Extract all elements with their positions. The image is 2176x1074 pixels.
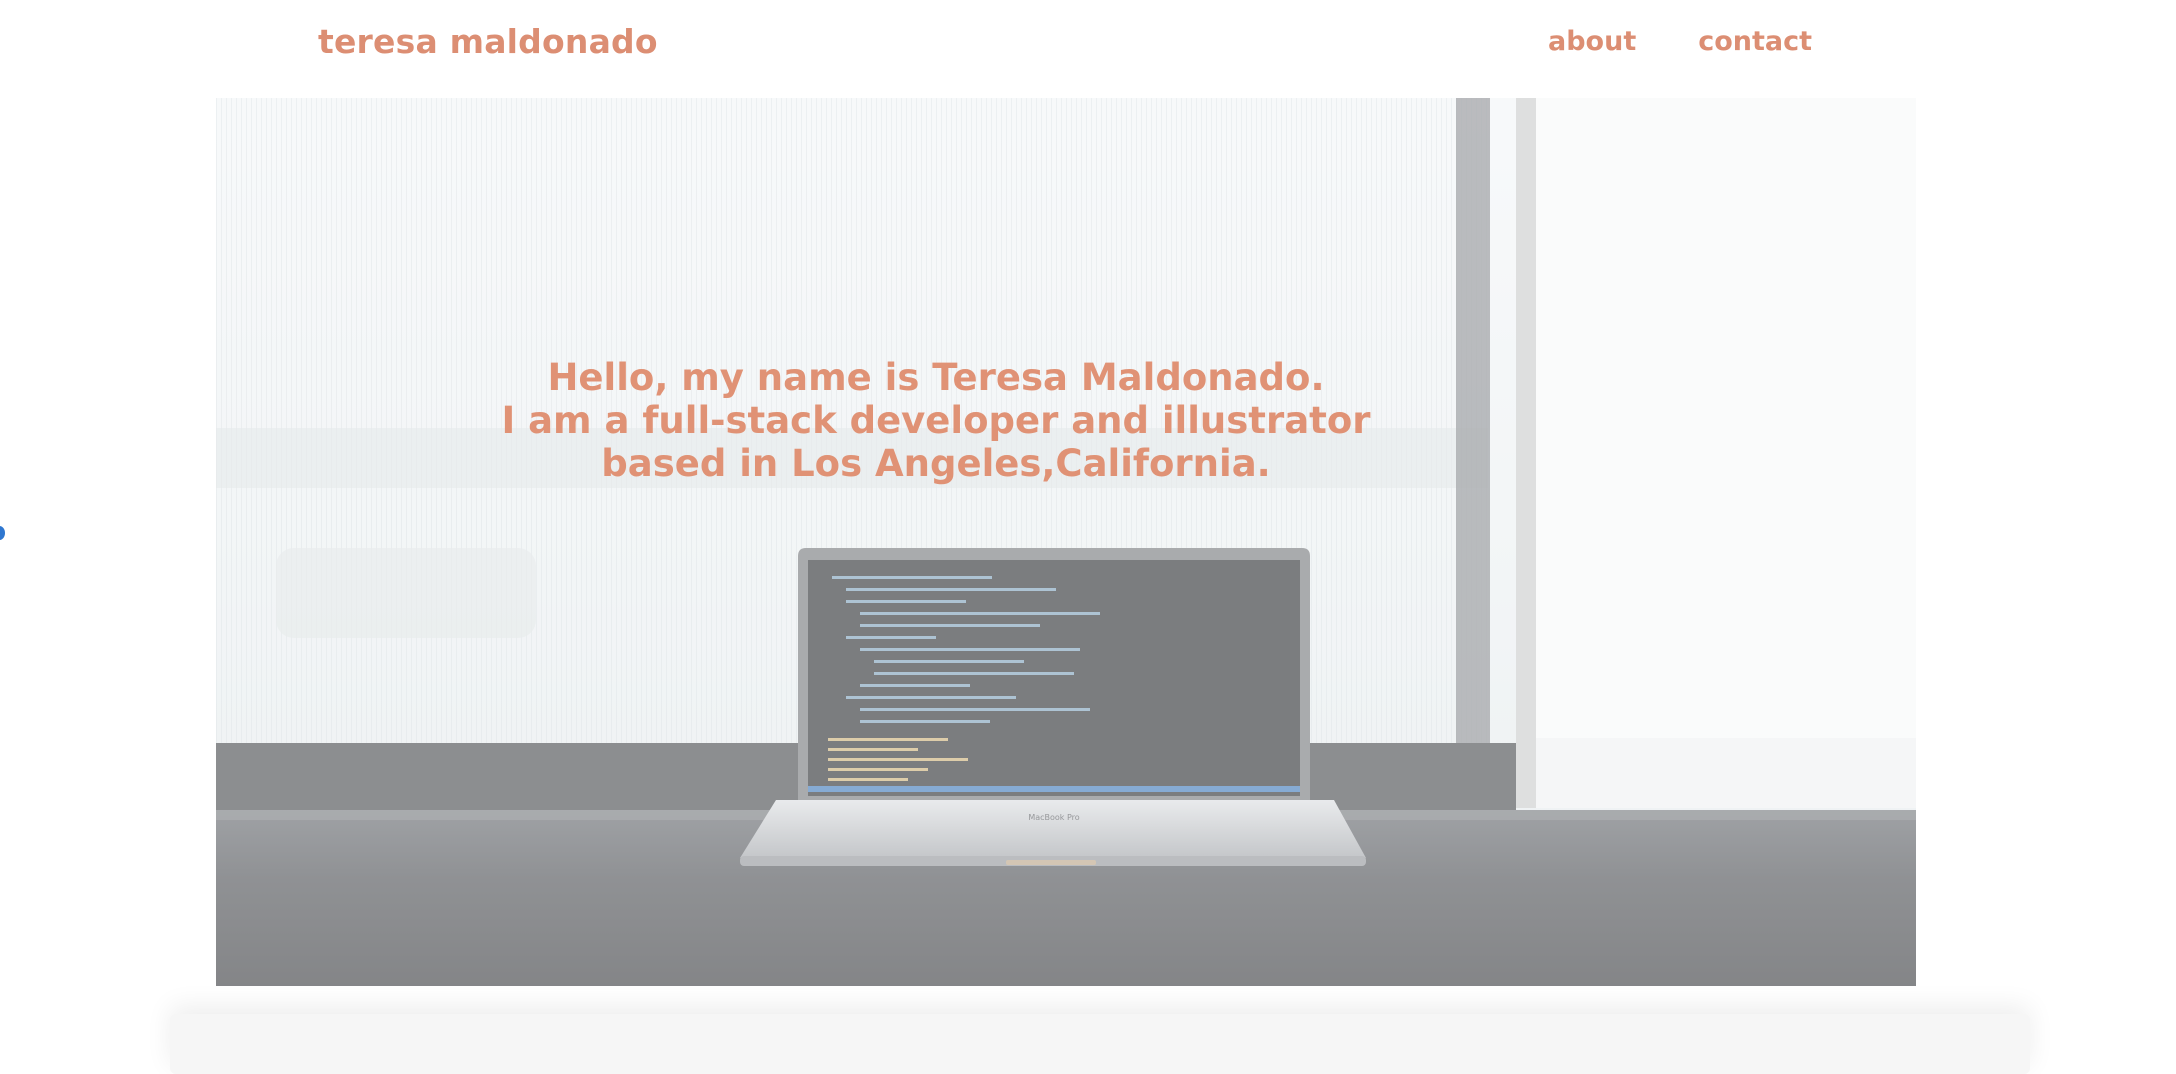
- hero-line-1: Hello, my name is Teresa Maldonado.: [547, 356, 1325, 399]
- hero-intro-text: Hello, my name is Teresa Maldonado. I am…: [216, 356, 1656, 485]
- hero-section: MacBook Pro Hello, my name is Teresa Mal…: [216, 98, 1916, 986]
- hero-background-photo: MacBook Pro: [216, 98, 1916, 986]
- nav-contact-link[interactable]: contact: [1698, 26, 1812, 57]
- edge-indicator-dot: [0, 526, 5, 540]
- hero-line-2: I am a full-stack developer and illustra…: [501, 399, 1371, 442]
- hero-line-3: based in Los Angeles,California.: [601, 442, 1271, 485]
- main-nav: about contact: [1548, 26, 1812, 57]
- nav-about-link[interactable]: about: [1548, 26, 1636, 57]
- brand-link[interactable]: teresa maldonado: [318, 22, 658, 61]
- next-section-edge: [170, 1014, 2030, 1074]
